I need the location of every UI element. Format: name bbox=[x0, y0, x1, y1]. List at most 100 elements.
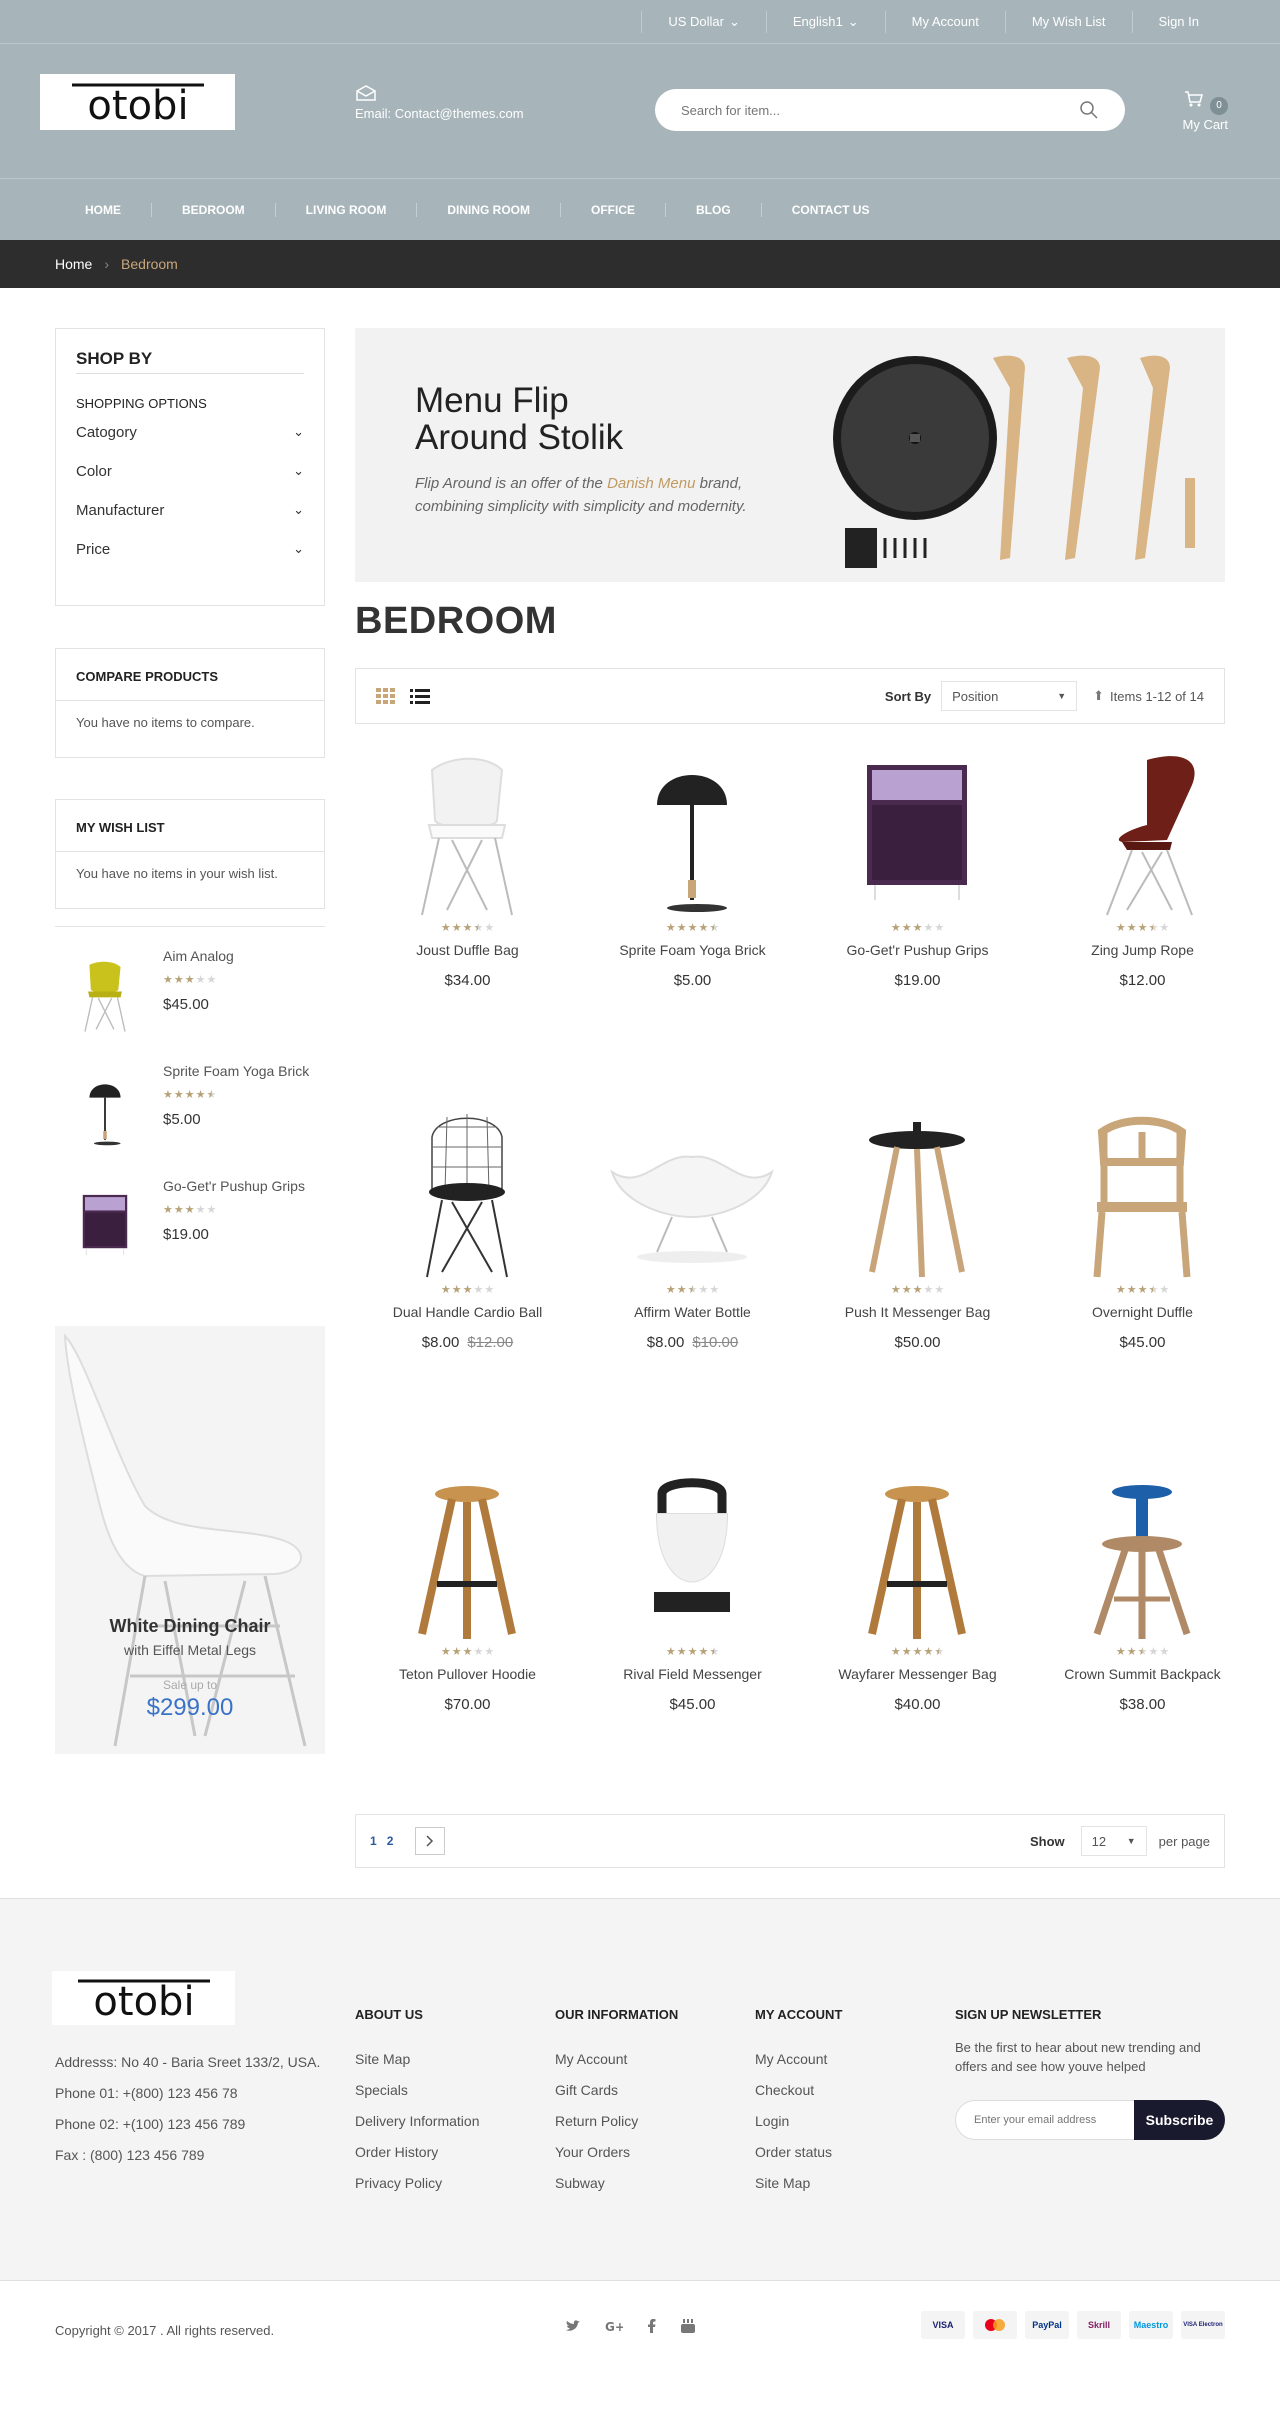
product-name[interactable]: Sprite Foam Yoga Brick bbox=[163, 1063, 309, 1079]
product-name[interactable]: Affirm Water Bottle bbox=[580, 1304, 805, 1320]
nav-item-bedroom[interactable]: BEDROOM bbox=[151, 202, 275, 217]
product-thumb[interactable] bbox=[65, 946, 145, 1046]
stool-image[interactable] bbox=[827, 1474, 1007, 1644]
filter-manufacturer[interactable]: Manufacturer ⌄ bbox=[76, 502, 304, 528]
wire-chair-image[interactable] bbox=[377, 1112, 557, 1282]
nav-item-home[interactable]: HOME bbox=[55, 203, 151, 217]
footer-link-delivery-information[interactable]: Delivery Information bbox=[355, 2106, 480, 2137]
logo[interactable]: otobi bbox=[40, 74, 235, 130]
footer-link-login[interactable]: Login bbox=[755, 2106, 842, 2137]
footer-link-site-map[interactable]: Site Map bbox=[755, 2168, 842, 2199]
sort-select[interactable]: Position ▼ bbox=[941, 681, 1078, 711]
nav-item-living-room[interactable]: LIVING ROOM bbox=[274, 202, 417, 217]
red-chair-image[interactable] bbox=[1052, 750, 1232, 920]
newsletter-email-input[interactable] bbox=[955, 2100, 1134, 2140]
product-image[interactable] bbox=[827, 750, 1007, 920]
footer-link-your-orders[interactable]: Your Orders bbox=[555, 2137, 678, 2168]
product-image[interactable] bbox=[1052, 1474, 1232, 1644]
product-image[interactable] bbox=[602, 1112, 782, 1282]
sidebar-product[interactable]: Go-Get'r Pushup Grips ★ ★ ★ ★ ★ $19.00 bbox=[55, 1176, 325, 1276]
filter-catogory[interactable]: Catogory ⌄ bbox=[76, 424, 304, 450]
footer-link-privacy-policy[interactable]: Privacy Policy bbox=[355, 2168, 480, 2199]
page-link-1[interactable]: 1 bbox=[370, 1834, 377, 1848]
side-table-image[interactable] bbox=[827, 1112, 1007, 1282]
product-name[interactable]: Overnight Duffle bbox=[1030, 1304, 1255, 1320]
sign-in-link[interactable]: Sign In bbox=[1131, 11, 1225, 33]
facebook-icon[interactable] bbox=[647, 2319, 657, 2333]
product-card[interactable]: ★ ★ ★ ★ ★ Push It Messenger Bag $50.00 bbox=[805, 1112, 1030, 1432]
product-image[interactable] bbox=[602, 750, 782, 920]
product-image[interactable] bbox=[377, 1112, 557, 1282]
my-account-link[interactable]: My Account bbox=[884, 11, 1005, 33]
category-banner[interactable]: Menu Flip Around Stolik Flip Around is a… bbox=[355, 328, 1225, 582]
product-card[interactable]: ★ ★ ★ ★ ★ Teton Pullover Hoodie $70.00 bbox=[355, 1474, 580, 1794]
currency-switcher[interactable]: US Dollar ⌄ bbox=[641, 11, 766, 33]
twitter-icon[interactable] bbox=[565, 2319, 581, 2333]
footer-logo[interactable]: otobi bbox=[52, 1971, 235, 2025]
product-card[interactable]: ★ ★ ★ ★ ★ Dual Handle Cardio Ball $8.00 $12.00 bbox=[355, 1112, 580, 1432]
product-image[interactable] bbox=[377, 750, 557, 920]
sidebar-product[interactable]: Aim Analog ★ ★ ★ ★ ★ $45.00 bbox=[55, 946, 325, 1046]
product-name[interactable]: Sprite Foam Yoga Brick bbox=[580, 942, 805, 958]
google-plus-icon[interactable]: G+ bbox=[605, 2319, 623, 2333]
footer-link-order-history[interactable]: Order History bbox=[355, 2137, 480, 2168]
footer-link-return-policy[interactable]: Return Policy bbox=[555, 2106, 678, 2137]
filter-price[interactable]: Price ⌄ bbox=[76, 541, 304, 567]
product-image[interactable] bbox=[827, 1112, 1007, 1282]
product-image[interactable] bbox=[602, 1474, 782, 1644]
footer-link-checkout[interactable]: Checkout bbox=[755, 2075, 842, 2106]
product-card[interactable]: ★ ★ ★ ★ ★ Rival Field Messenger $45.00 bbox=[580, 1474, 805, 1794]
product-name[interactable]: Teton Pullover Hoodie bbox=[355, 1666, 580, 1682]
product-name[interactable]: Crown Summit Backpack bbox=[1030, 1666, 1255, 1682]
nav-item-office[interactable]: OFFICE bbox=[560, 202, 665, 217]
footer-link-gift-cards[interactable]: Gift Cards bbox=[555, 2075, 678, 2106]
youtube-icon[interactable] bbox=[681, 2319, 695, 2333]
footer-link-my-account[interactable]: My Account bbox=[555, 2044, 678, 2075]
product-thumb[interactable] bbox=[65, 1061, 145, 1161]
product-name[interactable]: Go-Get'r Pushup Grips bbox=[163, 1178, 305, 1194]
next-page-button[interactable] bbox=[415, 1827, 446, 1855]
product-name[interactable]: Wayfarer Messenger Bag bbox=[805, 1666, 1030, 1682]
product-card[interactable]: ★ ★ ★ ★ ★ Joust Duffle Bag $34.00 bbox=[355, 750, 580, 1070]
product-name[interactable]: Go-Get'r Pushup Grips bbox=[805, 942, 1030, 958]
nav-item-blog[interactable]: BLOG bbox=[665, 202, 761, 217]
my-wishlist-link[interactable]: My Wish List bbox=[1004, 11, 1132, 33]
limit-select[interactable]: 12 ▼ bbox=[1080, 1826, 1147, 1856]
product-card[interactable]: ★ ★ ★ ★ ★ Wayfarer Messenger Bag $40.00 bbox=[805, 1474, 1030, 1794]
search-icon[interactable] bbox=[1079, 100, 1099, 120]
product-name[interactable]: Dual Handle Cardio Ball bbox=[355, 1304, 580, 1320]
purple-nightstand-image[interactable] bbox=[827, 750, 1007, 920]
sort-direction-icon[interactable]: ⬆ bbox=[1093, 688, 1104, 704]
product-card[interactable]: ★ ★ ★ ★ ★ Affirm Water Bottle $8.00 $10.00 bbox=[580, 1112, 805, 1432]
banner-brand-link[interactable]: Danish Menu bbox=[607, 475, 695, 492]
lounge-chair-image[interactable] bbox=[602, 1112, 782, 1282]
footer-link-my-account[interactable]: My Account bbox=[755, 2044, 842, 2075]
list-view-icon[interactable] bbox=[410, 688, 430, 704]
yellow-chair-image[interactable] bbox=[65, 946, 145, 1046]
purple-nightstand-image[interactable] bbox=[65, 1176, 145, 1276]
nav-item-contact-us[interactable]: CONTACT US bbox=[760, 202, 900, 217]
product-thumb[interactable] bbox=[65, 1176, 145, 1276]
product-name[interactable]: Joust Duffle Bag bbox=[355, 942, 580, 958]
product-card[interactable]: ★ ★ ★ ★ ★ Crown Summit Backpack $38.00 bbox=[1030, 1474, 1255, 1794]
black-lamp-image[interactable] bbox=[65, 1061, 145, 1161]
mini-cart[interactable]: 0 My Cart bbox=[1172, 90, 1228, 132]
grid-view-icon[interactable] bbox=[376, 688, 396, 704]
product-card[interactable]: ★ ★ ★ ★ ★ Overnight Duffle $45.00 bbox=[1030, 1112, 1255, 1432]
product-name[interactable]: Push It Messenger Bag bbox=[805, 1304, 1030, 1320]
product-name[interactable]: Aim Analog bbox=[163, 948, 234, 964]
footer-link-order-status[interactable]: Order status bbox=[755, 2137, 842, 2168]
lantern-image[interactable] bbox=[602, 1474, 782, 1644]
blue-stool-image[interactable] bbox=[1052, 1474, 1232, 1644]
footer-link-specials[interactable]: Specials bbox=[355, 2075, 480, 2106]
nav-item-dining-room[interactable]: DINING ROOM bbox=[416, 202, 560, 217]
product-image[interactable] bbox=[1052, 1112, 1232, 1282]
product-image[interactable] bbox=[377, 1474, 557, 1644]
sidebar-product[interactable]: Sprite Foam Yoga Brick ★ ★ ★ ★ ★ $5.00 bbox=[55, 1061, 325, 1161]
filter-color[interactable]: Color ⌄ bbox=[76, 463, 304, 489]
product-image[interactable] bbox=[827, 1474, 1007, 1644]
language-switcher[interactable]: English1 ⌄ bbox=[765, 11, 885, 33]
subscribe-button[interactable]: Subscribe bbox=[1134, 2100, 1225, 2140]
footer-link-site-map[interactable]: Site Map bbox=[355, 2044, 480, 2075]
footer-link-subway[interactable]: Subway bbox=[555, 2168, 678, 2199]
